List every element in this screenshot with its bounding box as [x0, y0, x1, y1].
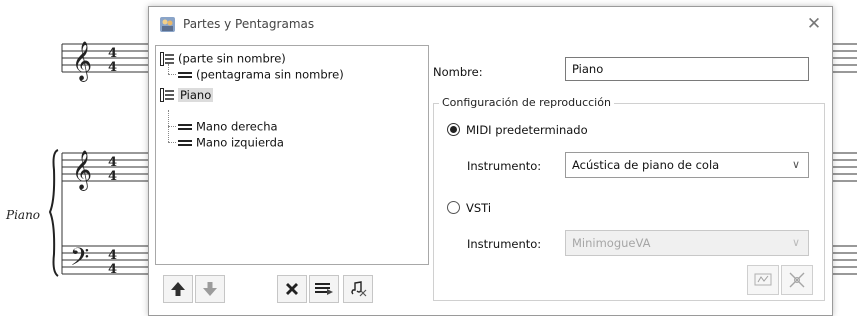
chevron-down-icon: ∨	[791, 158, 800, 171]
staff-icon	[178, 139, 192, 146]
title-bar[interactable]: Partes y Pentagramas ✕	[149, 7, 832, 41]
vsti-instrument-value: MinimogueVA	[572, 236, 651, 250]
move-down-icon	[203, 282, 217, 296]
midi-option-label[interactable]: MIDI predeterminado	[466, 123, 588, 137]
tree-connector	[168, 142, 176, 143]
move-up-button[interactable]	[163, 275, 193, 303]
staff-icon	[178, 71, 192, 78]
tree-item-staff[interactable]: Mano derecha	[178, 118, 278, 134]
parts-tree[interactable]: (parte sin nombre) (pentagrama sin nombr…	[155, 45, 429, 265]
playback-settings-legend: Configuración de reproducción	[439, 96, 614, 109]
time-signature-top: 4	[108, 46, 117, 61]
add-staff-icon	[315, 283, 333, 295]
time-signature-bottom: 4	[108, 169, 117, 184]
parts-and-staves-dialog: Partes y Pentagramas ✕ (parte sin nombre…	[148, 6, 833, 316]
treble-clef-icon: 𝄞	[72, 41, 92, 82]
move-down-button[interactable]	[195, 275, 225, 303]
tree-item-staff[interactable]: (pentagrama sin nombre)	[178, 66, 344, 82]
vsti-settings-icon	[789, 272, 805, 288]
part-icon	[160, 87, 174, 102]
vsti-settings-button[interactable]	[781, 265, 813, 295]
name-label: Nombre:	[433, 65, 483, 79]
time-signature-bottom: 4	[108, 262, 117, 277]
delete-button[interactable]	[277, 275, 307, 303]
chevron-down-icon: ∨	[791, 236, 800, 249]
part-icon	[160, 51, 174, 66]
tree-item-part[interactable]: Piano	[160, 86, 214, 102]
add-part-icon	[351, 281, 367, 297]
instrument-label: Piano	[6, 208, 41, 222]
tree-connector	[168, 126, 176, 127]
vsti-editor-icon	[754, 273, 772, 286]
move-up-icon	[171, 282, 185, 296]
tree-item-part[interactable]: (parte sin nombre)	[160, 50, 286, 66]
midi-instrument-label: Instrumento:	[467, 159, 542, 173]
bass-clef-icon: 𝄢	[70, 243, 89, 278]
tree-connector	[168, 74, 176, 75]
midi-radio[interactable]	[447, 123, 460, 136]
vsti-instrument-select[interactable]: MinimogueVA ∨	[565, 230, 809, 256]
vsti-radio[interactable]	[447, 201, 460, 214]
vsti-editor-button[interactable]	[747, 265, 779, 295]
midi-instrument-value: Acústica de piano de cola	[572, 158, 720, 172]
staff-icon	[178, 123, 192, 130]
midi-instrument-select[interactable]: Acústica de piano de cola ∨	[565, 152, 809, 178]
time-signature-top: 4	[108, 248, 117, 263]
time-signature-bottom: 4	[108, 60, 117, 75]
vsti-option-label[interactable]: VSTi	[466, 201, 491, 215]
app-icon	[160, 17, 175, 32]
treble-clef-icon: 𝄞	[72, 150, 92, 191]
add-part-button[interactable]	[343, 275, 373, 303]
name-input[interactable]	[565, 57, 809, 81]
delete-icon	[286, 283, 298, 295]
add-staff-button[interactable]	[309, 275, 339, 303]
dialog-title: Partes y Pentagramas	[183, 17, 315, 31]
time-signature-top: 4	[108, 155, 117, 170]
tree-item-staff[interactable]: Mano izquierda	[178, 134, 284, 150]
close-icon[interactable]: ✕	[803, 13, 825, 35]
vsti-instrument-label: Instrumento:	[467, 237, 542, 251]
